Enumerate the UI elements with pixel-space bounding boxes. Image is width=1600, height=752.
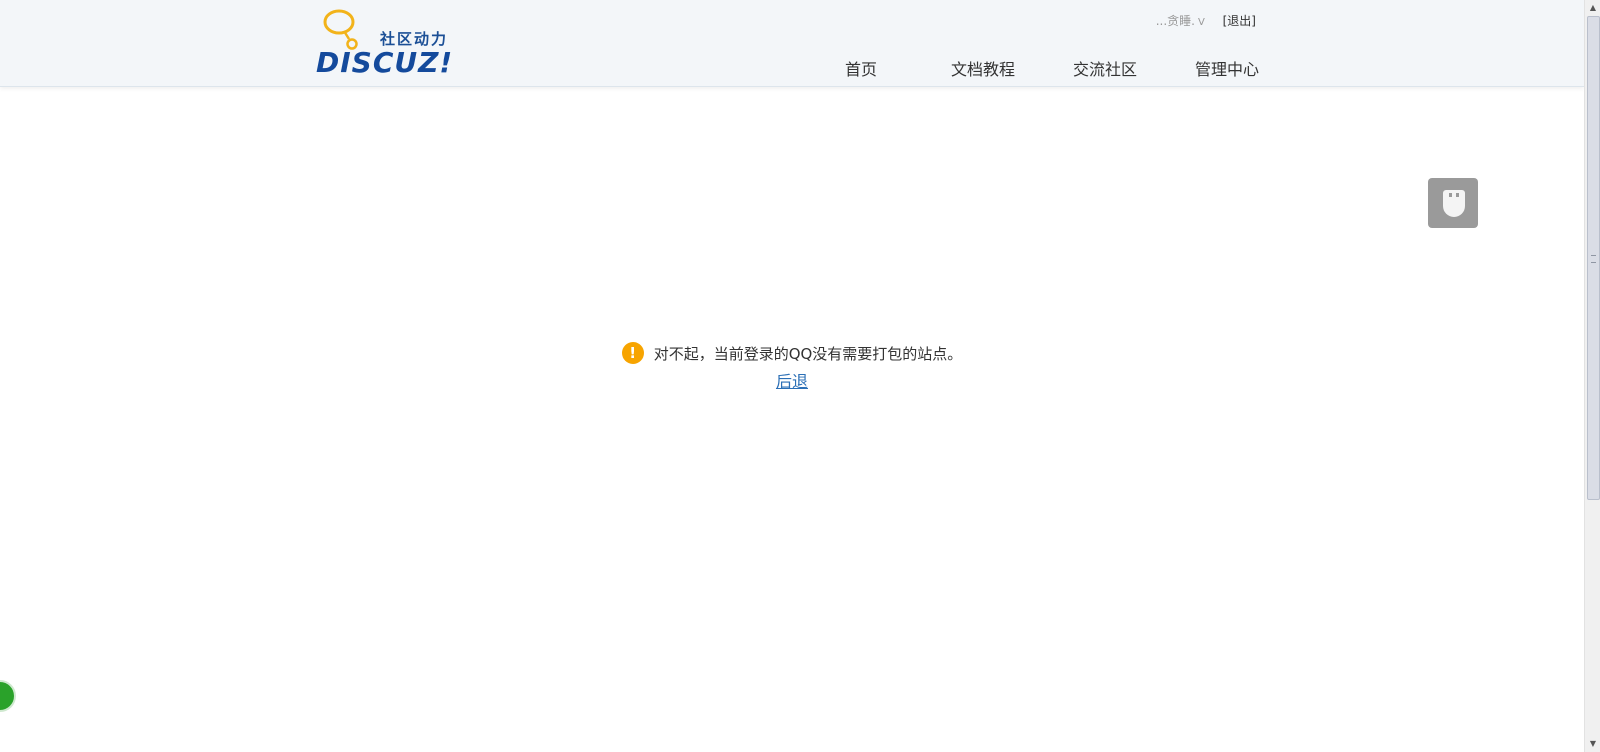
plug-icon	[1443, 190, 1465, 217]
username-dropdown[interactable]: ...贪睡.	[1156, 14, 1195, 28]
back-link[interactable]: 后退	[0, 368, 1584, 392]
logo-brand: DISCUZ!	[316, 46, 454, 79]
floating-widget-button[interactable]	[1428, 178, 1478, 228]
green-status-button[interactable]	[0, 680, 16, 712]
nav-item-admin[interactable]: 管理中心	[1166, 56, 1288, 80]
header: 社区动力 DISCUZ! ...贪睡. V [退出] 首页 文档教程 交流社区 管…	[0, 0, 1584, 87]
scroll-down-arrow-icon[interactable]: ▼	[1585, 736, 1600, 752]
scroll-thumb[interactable]	[1587, 16, 1600, 500]
discuz-logo[interactable]: 社区动力 DISCUZ!	[316, 6, 464, 80]
nav-item-community[interactable]: 交流社区	[1044, 56, 1166, 80]
error-message: 对不起，当前登录的QQ没有需要打包的站点。	[653, 344, 963, 363]
nav-item-docs[interactable]: 文档教程	[922, 56, 1044, 80]
scroll-grip-icon	[1591, 255, 1596, 263]
logout-link[interactable]: [退出]	[1223, 14, 1256, 28]
scroll-up-arrow-icon[interactable]: ▲	[1585, 0, 1600, 16]
message-row: ! 对不起，当前登录的QQ没有需要打包的站点。	[621, 342, 963, 364]
vertical-scrollbar[interactable]: ▲ ▼	[1584, 0, 1600, 752]
user-bar: ...贪睡. V [退出]	[1156, 12, 1256, 29]
main-nav: 首页 文档教程 交流社区 管理中心	[800, 56, 1288, 80]
chevron-down-icon[interactable]: V	[1198, 17, 1205, 28]
warning-icon: !	[621, 342, 644, 364]
message-area: ! 对不起，当前登录的QQ没有需要打包的站点。 后退	[0, 342, 1584, 392]
nav-item-home[interactable]: 首页	[800, 56, 922, 80]
